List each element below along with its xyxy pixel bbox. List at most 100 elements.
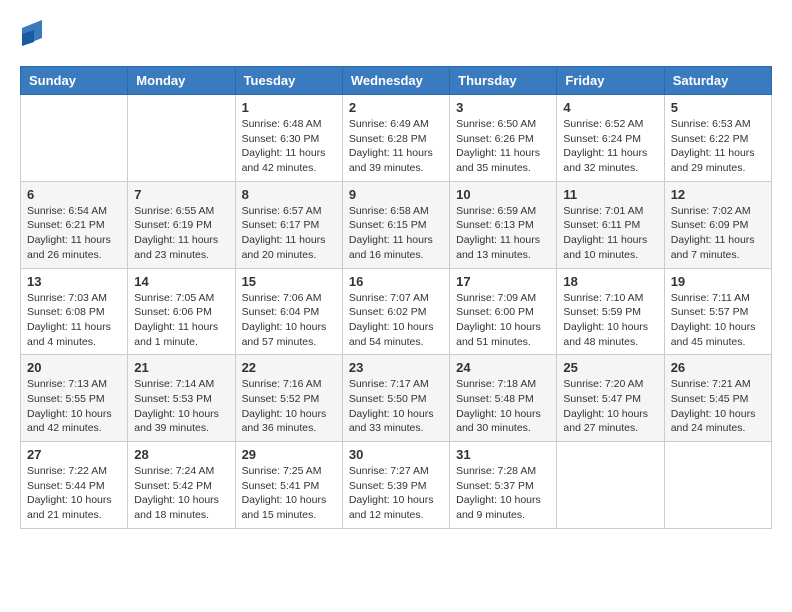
calendar-week-row: 6 Sunrise: 6:54 AM Sunset: 6:21 PM Daylig… bbox=[21, 181, 772, 268]
calendar-cell: 20Sunrise: 7:13 AM Sunset: 5:55 PM Dayli… bbox=[21, 355, 128, 442]
weekday-header-monday: Monday bbox=[128, 67, 235, 95]
day-info: Sunrise: 7:22 AM Sunset: 5:44 PM Dayligh… bbox=[27, 464, 121, 523]
day-info: Sunrise: 7:14 AM Sunset: 5:53 PM Dayligh… bbox=[134, 377, 228, 436]
day-info: Sunrise: 6:55 AM Sunset: 6:19 PM Dayligh… bbox=[134, 204, 228, 263]
day-number: 1 bbox=[242, 100, 336, 115]
day-info: Sunrise: 6:59 AM Sunset: 6:13 PM Dayligh… bbox=[456, 204, 550, 263]
calendar-cell: 24 Sunrise: 7:18 AM Sunset: 5:48 PM Dayli… bbox=[450, 355, 557, 442]
weekday-header-sunday: Sunday bbox=[21, 67, 128, 95]
day-info: Sunrise: 7:20 AM Sunset: 5:47 PM Dayligh… bbox=[563, 377, 657, 436]
day-info: Sunrise: 6:53 AM Sunset: 6:22 PM Dayligh… bbox=[671, 117, 765, 176]
day-number: 8 bbox=[242, 187, 336, 202]
calendar-week-row: 1 Sunrise: 6:48 AM Sunset: 6:30 PM Daylig… bbox=[21, 95, 772, 182]
calendar-cell: 25 Sunrise: 7:20 AM Sunset: 5:47 PM Dayli… bbox=[557, 355, 664, 442]
day-number: 4 bbox=[563, 100, 657, 115]
calendar-cell: 31 Sunrise: 7:28 AM Sunset: 5:37 PM Dayli… bbox=[450, 442, 557, 529]
calendar-cell: 6 Sunrise: 6:54 AM Sunset: 6:21 PM Daylig… bbox=[21, 181, 128, 268]
calendar-cell: 27 Sunrise: 7:22 AM Sunset: 5:44 PM Dayli… bbox=[21, 442, 128, 529]
page-header bbox=[20, 20, 772, 50]
day-number: 19 bbox=[671, 274, 765, 289]
day-number: 23 bbox=[349, 360, 443, 375]
calendar-cell bbox=[557, 442, 664, 529]
weekday-header-friday: Friday bbox=[557, 67, 664, 95]
day-number: 31 bbox=[456, 447, 550, 462]
day-number: 15 bbox=[242, 274, 336, 289]
day-number: 5 bbox=[671, 100, 765, 115]
calendar-cell: 2 Sunrise: 6:49 AM Sunset: 6:28 PM Daylig… bbox=[342, 95, 449, 182]
calendar-cell: 10 Sunrise: 6:59 AM Sunset: 6:13 PM Dayli… bbox=[450, 181, 557, 268]
calendar-cell: 19 Sunrise: 7:11 AM Sunset: 5:57 PM Dayli… bbox=[664, 268, 771, 355]
calendar-cell bbox=[128, 95, 235, 182]
day-info: Sunrise: 6:54 AM Sunset: 6:21 PM Dayligh… bbox=[27, 204, 121, 263]
day-info: Sunrise: 7:03 AM Sunset: 6:08 PM Dayligh… bbox=[27, 291, 121, 350]
calendar-cell: 21 Sunrise: 7:14 AM Sunset: 5:53 PM Dayli… bbox=[128, 355, 235, 442]
weekday-header-tuesday: Tuesday bbox=[235, 67, 342, 95]
calendar-cell: 9 Sunrise: 6:58 AM Sunset: 6:15 PM Daylig… bbox=[342, 181, 449, 268]
calendar-cell: 14Sunrise: 7:05 AM Sunset: 6:06 PM Dayli… bbox=[128, 268, 235, 355]
logo bbox=[20, 20, 42, 50]
day-info: Sunrise: 6:49 AM Sunset: 6:28 PM Dayligh… bbox=[349, 117, 443, 176]
calendar-cell: 29 Sunrise: 7:25 AM Sunset: 5:41 PM Dayli… bbox=[235, 442, 342, 529]
calendar-cell: 11 Sunrise: 7:01 AM Sunset: 6:11 PM Dayli… bbox=[557, 181, 664, 268]
weekday-header-row: SundayMondayTuesdayWednesdayThursdayFrid… bbox=[21, 67, 772, 95]
calendar-cell: 18 Sunrise: 7:10 AM Sunset: 5:59 PM Dayli… bbox=[557, 268, 664, 355]
calendar-cell: 1 Sunrise: 6:48 AM Sunset: 6:30 PM Daylig… bbox=[235, 95, 342, 182]
day-number: 18 bbox=[563, 274, 657, 289]
day-info: Sunrise: 7:05 AM Sunset: 6:06 PM Dayligh… bbox=[134, 291, 228, 350]
calendar-table: SundayMondayTuesdayWednesdayThursdayFrid… bbox=[20, 66, 772, 529]
day-info: Sunrise: 6:50 AM Sunset: 6:26 PM Dayligh… bbox=[456, 117, 550, 176]
day-number: 24 bbox=[456, 360, 550, 375]
day-number: 12 bbox=[671, 187, 765, 202]
day-number: 10 bbox=[456, 187, 550, 202]
day-info: Sunrise: 6:58 AM Sunset: 6:15 PM Dayligh… bbox=[349, 204, 443, 263]
day-number: 16 bbox=[349, 274, 443, 289]
day-number: 28 bbox=[134, 447, 228, 462]
calendar-cell: 22 Sunrise: 7:16 AM Sunset: 5:52 PM Dayli… bbox=[235, 355, 342, 442]
day-number: 17 bbox=[456, 274, 550, 289]
day-info: Sunrise: 7:17 AM Sunset: 5:50 PM Dayligh… bbox=[349, 377, 443, 436]
day-info: Sunrise: 7:28 AM Sunset: 5:37 PM Dayligh… bbox=[456, 464, 550, 523]
calendar-cell bbox=[21, 95, 128, 182]
weekday-header-thursday: Thursday bbox=[450, 67, 557, 95]
day-number: 6 bbox=[27, 187, 121, 202]
day-number: 22 bbox=[242, 360, 336, 375]
day-number: 26 bbox=[671, 360, 765, 375]
calendar-cell: 3Sunrise: 6:50 AM Sunset: 6:26 PM Daylig… bbox=[450, 95, 557, 182]
day-info: Sunrise: 7:09 AM Sunset: 6:00 PM Dayligh… bbox=[456, 291, 550, 350]
day-number: 25 bbox=[563, 360, 657, 375]
calendar-cell: 12 Sunrise: 7:02 AM Sunset: 6:09 PM Dayli… bbox=[664, 181, 771, 268]
weekday-header-wednesday: Wednesday bbox=[342, 67, 449, 95]
day-info: Sunrise: 7:01 AM Sunset: 6:11 PM Dayligh… bbox=[563, 204, 657, 263]
day-info: Sunrise: 6:52 AM Sunset: 6:24 PM Dayligh… bbox=[563, 117, 657, 176]
day-info: Sunrise: 7:10 AM Sunset: 5:59 PM Dayligh… bbox=[563, 291, 657, 350]
calendar-cell: 5 Sunrise: 6:53 AM Sunset: 6:22 PM Daylig… bbox=[664, 95, 771, 182]
day-info: Sunrise: 7:27 AM Sunset: 5:39 PM Dayligh… bbox=[349, 464, 443, 523]
day-number: 21 bbox=[134, 360, 228, 375]
calendar-cell: 17 Sunrise: 7:09 AM Sunset: 6:00 PM Dayli… bbox=[450, 268, 557, 355]
calendar-cell: 16Sunrise: 7:07 AM Sunset: 6:02 PM Dayli… bbox=[342, 268, 449, 355]
calendar-cell: 28 Sunrise: 7:24 AM Sunset: 5:42 PM Dayli… bbox=[128, 442, 235, 529]
day-info: Sunrise: 7:21 AM Sunset: 5:45 PM Dayligh… bbox=[671, 377, 765, 436]
day-info: Sunrise: 7:11 AM Sunset: 5:57 PM Dayligh… bbox=[671, 291, 765, 350]
calendar-cell bbox=[664, 442, 771, 529]
weekday-header-saturday: Saturday bbox=[664, 67, 771, 95]
day-number: 30 bbox=[349, 447, 443, 462]
day-info: Sunrise: 7:18 AM Sunset: 5:48 PM Dayligh… bbox=[456, 377, 550, 436]
day-info: Sunrise: 7:24 AM Sunset: 5:42 PM Dayligh… bbox=[134, 464, 228, 523]
day-number: 11 bbox=[563, 187, 657, 202]
calendar-cell: 15Sunrise: 7:06 AM Sunset: 6:04 PM Dayli… bbox=[235, 268, 342, 355]
calendar-week-row: 27 Sunrise: 7:22 AM Sunset: 5:44 PM Dayli… bbox=[21, 442, 772, 529]
day-info: Sunrise: 7:16 AM Sunset: 5:52 PM Dayligh… bbox=[242, 377, 336, 436]
day-info: Sunrise: 6:48 AM Sunset: 6:30 PM Dayligh… bbox=[242, 117, 336, 176]
calendar-cell: 23 Sunrise: 7:17 AM Sunset: 5:50 PM Dayli… bbox=[342, 355, 449, 442]
day-number: 27 bbox=[27, 447, 121, 462]
day-info: Sunrise: 6:57 AM Sunset: 6:17 PM Dayligh… bbox=[242, 204, 336, 263]
calendar-cell: 30 Sunrise: 7:27 AM Sunset: 5:39 PM Dayli… bbox=[342, 442, 449, 529]
day-info: Sunrise: 7:25 AM Sunset: 5:41 PM Dayligh… bbox=[242, 464, 336, 523]
day-number: 2 bbox=[349, 100, 443, 115]
day-info: Sunrise: 7:13 AM Sunset: 5:55 PM Dayligh… bbox=[27, 377, 121, 436]
day-number: 29 bbox=[242, 447, 336, 462]
day-number: 9 bbox=[349, 187, 443, 202]
day-info: Sunrise: 7:02 AM Sunset: 6:09 PM Dayligh… bbox=[671, 204, 765, 263]
calendar-week-row: 13Sunrise: 7:03 AM Sunset: 6:08 PM Dayli… bbox=[21, 268, 772, 355]
